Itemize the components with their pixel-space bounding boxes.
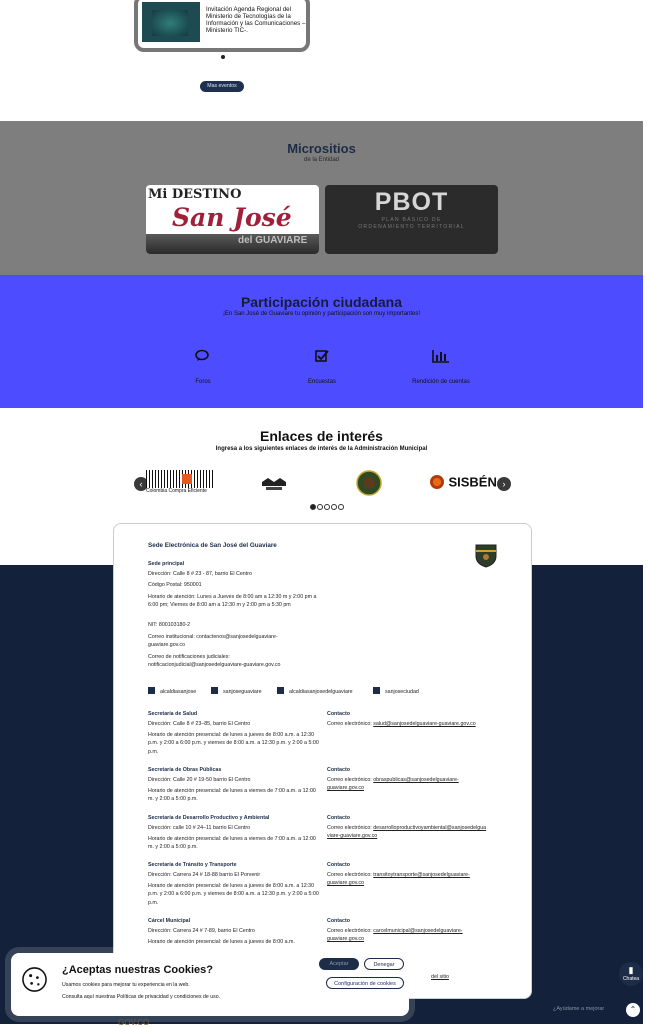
card2-sub2: ORDENAMIENTO TERRITORIAL xyxy=(358,224,465,230)
links-title: Enlaces de interés xyxy=(260,428,383,444)
participation-subtitle: ¡En San José de Guaviare tu opinión y pa… xyxy=(222,311,421,317)
office-address: Dirección: Calle 8 # 23–85, barrio El Ce… xyxy=(148,721,251,727)
deny-cookies-button[interactable]: Denegar xyxy=(364,958,404,970)
postal-code: Código Postal: 950001 xyxy=(148,582,202,588)
office-address: Dirección: Calle 20 # 19-50 barrio El Ce… xyxy=(148,777,251,783)
event-text: Invitación Agenda Regional del Ministeri… xyxy=(206,6,306,34)
checkbox-icon xyxy=(282,349,362,369)
participation-section: Participación ciudadana ¡En San José de … xyxy=(0,275,643,408)
accountability-link[interactable]: Rendición de cuentas xyxy=(401,349,481,385)
govco-logo: GOV.CO xyxy=(118,1018,150,1027)
office-name: Secretaría de Obras Públicas xyxy=(148,767,222,773)
office-address: Dirección: calle 10 # 24–11 barrio El Ce… xyxy=(148,825,251,831)
chat-bubbles-icon xyxy=(163,349,243,369)
facebook-link[interactable]: alcaldiasanjose xyxy=(148,687,196,695)
office-email[interactable]: Correo electrónico: obraspublicas@sanjos… xyxy=(327,776,487,793)
contact-label: Contacto xyxy=(327,815,350,821)
logo-sisben[interactable]: SISBÉN xyxy=(430,473,498,495)
feedback-link[interactable]: ¿Ayúdame a mejorar xyxy=(553,1006,604,1012)
address-line: Dirección: Calle 8 # 23 - 87, barrio El … xyxy=(148,571,252,577)
main-office-label: Sede principal xyxy=(148,561,185,567)
office-email[interactable]: Correo electrónico: salud@sanjosedelguav… xyxy=(327,720,499,728)
office-email[interactable]: Correo electrónico: desarrolloproductivo… xyxy=(327,824,487,841)
institutional-email[interactable]: Correo institucional: contactenos@sanjos… xyxy=(148,633,308,650)
microsites-title: Micrositios xyxy=(287,141,356,156)
chat-label: Chatea xyxy=(622,976,640,982)
contact-label: Contacto xyxy=(327,862,350,868)
forums-label: Foros xyxy=(195,379,211,385)
microsites-section: Micrositios de la Entidad Mi DESTINO San… xyxy=(0,121,643,275)
card1-main: San José xyxy=(172,203,292,232)
contact-label: Contacto xyxy=(327,918,350,924)
cookie-text: Usamos cookies para mejorar tu experienc… xyxy=(62,982,190,988)
event-card[interactable]: Invitación Agenda Regional del Ministeri… xyxy=(134,0,310,52)
cookie-title: ¿Aceptas nuestras Cookies? xyxy=(62,964,213,976)
scroll-top-icon[interactable]: ⌃ xyxy=(626,1003,640,1017)
surveys-label: Encuestas xyxy=(307,379,337,385)
contact-label: Contacto xyxy=(327,767,350,773)
office-name: Secretaría de Tránsito y Transporte xyxy=(148,862,237,868)
logo-emblem[interactable] xyxy=(258,472,290,494)
card2-main: PBOT xyxy=(374,188,449,216)
youtube-icon xyxy=(277,687,284,694)
chat-icon: ▮ xyxy=(628,965,634,975)
accept-cookies-button[interactable]: Aceptar xyxy=(319,958,359,970)
footer-title: Sede Electrónica de San José del Guaviar… xyxy=(148,542,277,549)
logo-colombia-compra[interactable]: Colombia Compra Eficiente xyxy=(146,470,214,494)
cookie-policy-link[interactable]: Consulta aquí nuestras Políticas de priv… xyxy=(62,994,220,1000)
card1-bottom: del GUAVIARE xyxy=(238,235,308,246)
card2-sub1: PLAN BÁSICO DE xyxy=(381,217,442,223)
surveys-link[interactable]: Encuestas xyxy=(282,349,362,385)
cookie-settings-button[interactable]: Configuración de cookies xyxy=(326,977,404,989)
instagram-icon xyxy=(211,687,218,694)
office-email[interactable]: Correo electrónico: carcelmunicipal@sanj… xyxy=(327,927,499,944)
cookie-icon xyxy=(22,967,47,992)
logo-seal[interactable] xyxy=(355,469,383,497)
office-email[interactable]: Correo electrónico: transitoytransporte@… xyxy=(327,871,499,888)
office-address: Dirección: Carrera 24 # 7-89, barrio El … xyxy=(148,928,255,934)
accountability-label: Rendición de cuentas xyxy=(412,379,470,385)
instagram-link[interactable]: sanjoseguaviare xyxy=(211,687,262,695)
more-events-button[interactable]: Mas eventos xyxy=(200,81,244,92)
twitter-link[interactable]: sanjoseciudad xyxy=(373,687,419,695)
legal-notifications-email[interactable]: Correo de notificaciones judiciales: not… xyxy=(148,653,308,670)
office-hours: Horario de atención presencial: de lunes… xyxy=(148,883,319,906)
site-link[interactable]: del sitio xyxy=(431,973,449,981)
event-image xyxy=(142,2,200,42)
footer-card: Sede Electrónica de San José del Guaviar… xyxy=(113,523,532,999)
cookie-banner: ¿Aceptas nuestras Cookies? Usamos cookie… xyxy=(11,953,409,1016)
microsite-card-pbot[interactable]: PBOT PLAN BÁSICO DE ORDENAMIENTO TERRITO… xyxy=(325,185,498,254)
bar-chart-icon xyxy=(401,349,481,369)
facebook-icon xyxy=(148,687,155,694)
forums-link[interactable]: Foros xyxy=(163,349,243,385)
office-hours: Horario de atención: Lunes a Jueves de 8… xyxy=(148,594,317,609)
twitter-icon xyxy=(373,687,380,694)
card1-top: Mi DESTINO xyxy=(148,187,242,202)
page-scrollbar[interactable] xyxy=(643,0,650,1024)
contact-label: Contacto xyxy=(327,711,350,717)
office-name: Secretaría de Desarrollo Productivo y Am… xyxy=(148,815,270,821)
office-hours: Horario de atención presencial: de lunes… xyxy=(148,788,316,803)
participation-title: Participación ciudadana xyxy=(240,294,403,310)
nit: NIT: 800103180-2 xyxy=(148,622,191,628)
carousel-indicators[interactable] xyxy=(310,497,345,515)
carousel-dot[interactable] xyxy=(221,55,225,59)
municipal-crest-icon xyxy=(475,544,497,568)
office-address: Dirección: Carrera 24 # 18-88 barrio El … xyxy=(148,872,261,878)
office-hours: Horario de atención presencial: de lunes… xyxy=(148,939,295,945)
office-name: Secretaría de Salud xyxy=(148,711,198,717)
carousel-next-button[interactable]: › xyxy=(497,477,511,491)
chat-button[interactable]: ▮ Chatea xyxy=(619,962,643,986)
microsites-subtitle: de la Entidad xyxy=(303,157,340,163)
office-name: Cárcel Municipal xyxy=(148,918,191,924)
links-subtitle: Ingresa a los siguientes enlaces de inte… xyxy=(215,446,428,452)
youtube-link[interactable]: alcaldiasanjosedelguaviare xyxy=(277,687,353,695)
office-hours: Horario de atención presencial: de lunes… xyxy=(148,732,319,755)
microsite-card-destino[interactable]: Mi DESTINO San José del GUAVIARE xyxy=(146,185,319,254)
office-hours: Horario de atención presencial: de lunes… xyxy=(148,836,316,851)
